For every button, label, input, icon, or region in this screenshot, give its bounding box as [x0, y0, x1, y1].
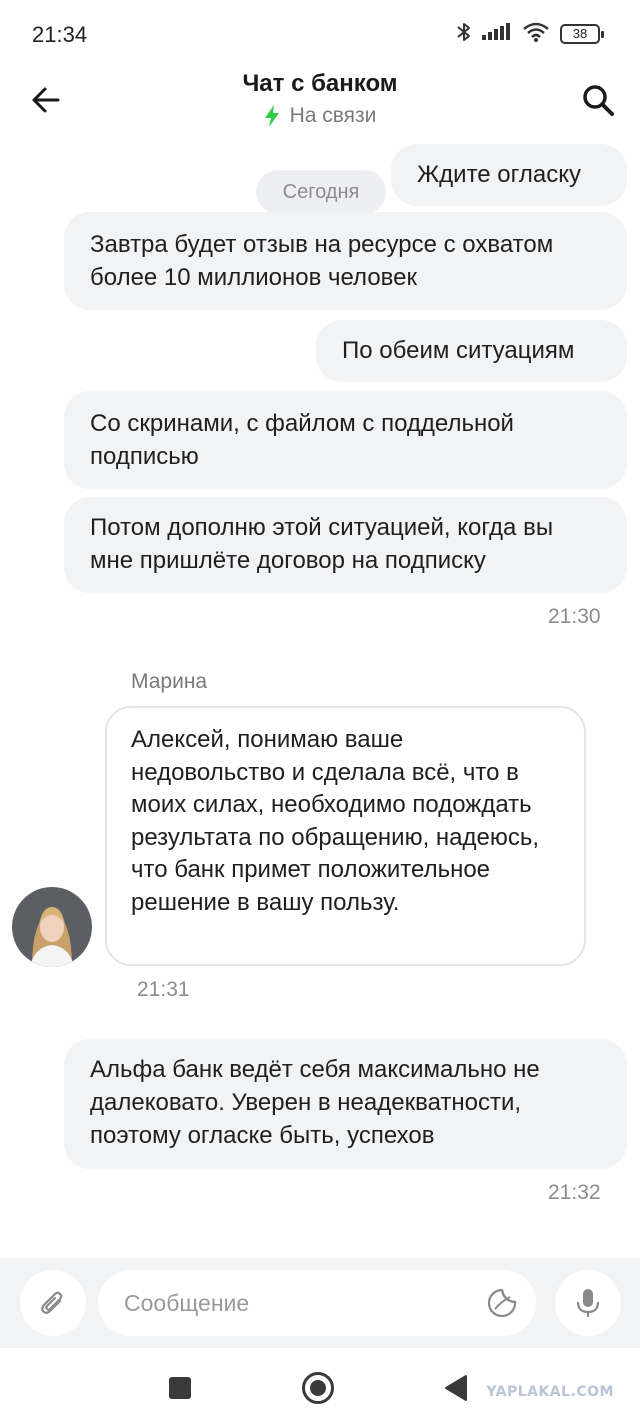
chat-header: Чат с банком На связи — [0, 68, 640, 136]
message-input[interactable] — [124, 1270, 464, 1336]
recent-apps-button[interactable] — [160, 1370, 200, 1406]
wifi-icon — [522, 21, 550, 48]
system-nav-bar: YAPLAKAL.COM — [0, 1348, 640, 1423]
circle-icon — [302, 1372, 334, 1404]
date-divider: Сегодня — [256, 170, 386, 214]
message-text: Завтра будет отзыв на ресурсе с охватом … — [90, 231, 554, 291]
message-text: Алексей, понимаю ваше недовольство и сде… — [131, 726, 540, 916]
message-bubble: Альфа банк ведёт себя максимально не дал… — [64, 1039, 627, 1169]
online-status-label: На связи — [289, 104, 377, 127]
bluetooth-icon — [456, 21, 472, 48]
battery-icon: 38 — [560, 24, 604, 44]
back-nav-button[interactable] — [436, 1370, 476, 1406]
search-button[interactable] — [576, 78, 620, 122]
composer-bar — [0, 1258, 640, 1348]
sticker-icon — [487, 1288, 517, 1318]
microphone-icon — [576, 1289, 600, 1317]
message-bubble: Со скринами, с файлом с поддельной подпи… — [64, 391, 627, 489]
message-time: 21:30 — [548, 605, 601, 628]
message-field — [98, 1270, 536, 1336]
message-bubble: По обеим ситуациям — [316, 320, 627, 382]
chat-title: Чат с банком — [242, 70, 398, 97]
square-icon — [169, 1377, 191, 1399]
message-text: Со скринами, с файлом с поддельной подпи… — [90, 410, 514, 470]
sticker-button[interactable] — [484, 1285, 520, 1321]
message-time: 21:32 — [548, 1181, 601, 1204]
operator-name: Марина — [131, 670, 208, 693]
signal-icon — [482, 22, 512, 47]
triangle-back-icon — [445, 1375, 467, 1401]
paperclip-icon — [41, 1291, 63, 1314]
online-status: На связи — [0, 104, 640, 128]
message-text: Альфа банк ведёт себя максимально не дал… — [90, 1056, 540, 1149]
message-bubble: Потом дополню этой ситуацией, когда вы м… — [64, 497, 627, 593]
message-text: По обеим ситуациям — [342, 337, 575, 364]
microphone-button[interactable] — [555, 1270, 621, 1336]
operator-message-bubble: Алексей, понимаю ваше недовольство и сде… — [105, 706, 586, 966]
status-icons: 38 — [456, 21, 604, 48]
status-bar: 21:34 38 — [0, 0, 640, 68]
message-bubble: Ждите огласку — [391, 144, 627, 206]
search-icon — [583, 85, 614, 116]
watermark: YAPLAKAL.COM — [486, 1384, 614, 1400]
lightning-icon — [264, 105, 279, 127]
attach-button[interactable] — [20, 1270, 86, 1336]
message-text: Ждите огласку — [417, 161, 582, 188]
operator-avatar — [12, 887, 92, 967]
status-time: 21:34 — [32, 22, 88, 47]
message-time: 21:31 — [137, 978, 190, 1001]
message-bubble: Завтра будет отзыв на ресурсе с охватом … — [64, 212, 627, 310]
message-text: Потом дополню этой ситуацией, когда вы м… — [90, 514, 554, 574]
home-button[interactable] — [298, 1370, 338, 1406]
